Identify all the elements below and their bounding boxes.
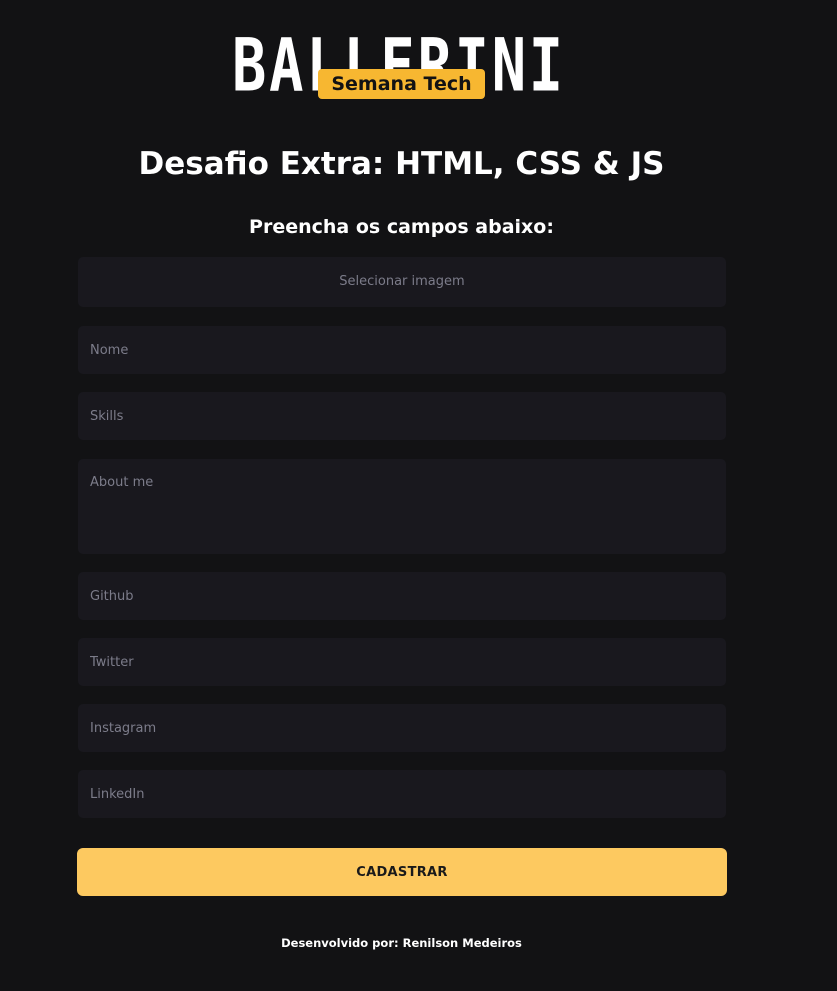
page-title: Desafio Extra: HTML, CSS & JS <box>138 146 665 182</box>
submit-button[interactable]: CADASTRAR <box>77 848 727 896</box>
form-subtitle: Preencha os campos abaixo: <box>249 216 554 238</box>
brand-logo: BALLERINI Semana Tech <box>232 22 572 108</box>
skills-input[interactable] <box>78 392 726 440</box>
about-me-textarea[interactable] <box>78 459 726 554</box>
instagram-input[interactable] <box>78 704 726 752</box>
name-input[interactable] <box>78 326 726 374</box>
footer-credit: Desenvolvido por: Renilson Medeiros <box>281 936 522 950</box>
twitter-input[interactable] <box>78 638 726 686</box>
linkedin-input[interactable] <box>78 770 726 818</box>
github-input[interactable] <box>78 572 726 620</box>
select-image-label: Selecionar imagem <box>339 274 465 289</box>
select-image-button[interactable]: Selecionar imagem <box>78 257 726 307</box>
logo-badge: Semana Tech <box>318 69 485 99</box>
